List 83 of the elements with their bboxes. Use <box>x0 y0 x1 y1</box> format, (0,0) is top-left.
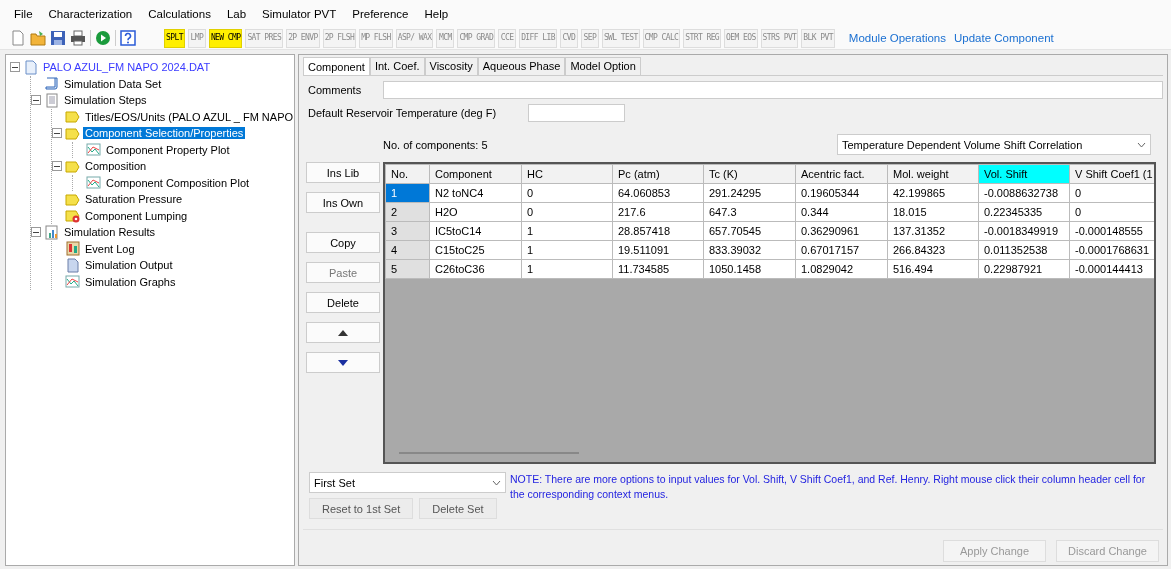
menu-item[interactable]: File <box>6 8 41 26</box>
column-header[interactable]: No. <box>385 164 430 184</box>
side-button[interactable]: Ins Lib <box>306 162 380 183</box>
column-header[interactable]: V Shift Coef1 (1 <box>1069 164 1154 184</box>
note-text: NOTE: There are more options to input values for Vol. Shift, V Shift Coef1, and Ref. Henry. Right mouse click their column header cell for the corresponding context menus. <box>510 472 1147 502</box>
save-icon <box>50 30 66 46</box>
tree-item[interactable]: Simulation Results <box>62 226 158 239</box>
field-label: Default Reservoir Temperature (deg F) <box>308 107 497 119</box>
tree-item[interactable]: Component Composition Plot <box>104 176 252 189</box>
expander-icon[interactable] <box>10 62 20 73</box>
expander-icon[interactable] <box>31 95 41 106</box>
chart-icon <box>86 142 101 158</box>
field-label: Comments <box>308 84 362 96</box>
column-header[interactable]: Vol. Shift <box>978 164 1070 184</box>
tag-icon <box>65 109 80 125</box>
new-file-icon <box>10 30 26 46</box>
tab[interactable]: Model Option <box>565 57 641 75</box>
tree-item[interactable]: Simulation Steps <box>62 94 149 107</box>
column-header[interactable]: HC <box>521 164 613 184</box>
expander-icon[interactable] <box>52 161 62 172</box>
up-arrow-icon <box>338 329 348 336</box>
caret-icon <box>492 479 501 486</box>
scroll-icon <box>44 76 59 92</box>
report-icon <box>44 224 59 240</box>
tool-button[interactable]: SPLT <box>164 28 185 48</box>
temperature-field[interactable] <box>528 104 626 122</box>
tree-item[interactable]: Simulation Data Set <box>62 77 164 90</box>
set-dropdown[interactable]: First Set <box>309 472 506 493</box>
log-icon <box>65 241 80 257</box>
file-icon <box>23 59 38 75</box>
toolbar-link[interactable]: Module Operations <box>848 32 946 44</box>
tree-item[interactable]: Saturation Pressure <box>83 193 185 206</box>
scrollbar-thumb[interactable] <box>399 452 579 454</box>
menu-item[interactable]: Preference <box>344 8 417 26</box>
column-header[interactable]: Tc (K) <box>703 164 796 184</box>
expander-icon[interactable] <box>31 227 41 238</box>
tree-item[interactable]: Event Log <box>83 242 137 255</box>
menu-item[interactable]: Simulator PVT <box>254 8 345 26</box>
menu-item[interactable]: Characterization <box>40 8 141 26</box>
tab[interactable]: Component <box>303 57 370 75</box>
side-button[interactable]: Ins Own <box>306 192 380 213</box>
comments-field[interactable] <box>383 81 1163 99</box>
correlation-dropdown[interactable]: Temperature Dependent Volume Shift Correlation <box>837 134 1151 155</box>
column-header[interactable]: Acentric fact. <box>795 164 888 184</box>
tag-icon <box>65 191 80 207</box>
tag-icon <box>65 158 80 174</box>
menu-item[interactable]: Calculations <box>140 8 219 26</box>
chart-icon <box>86 175 101 191</box>
menu-item[interactable]: Lab <box>218 8 255 26</box>
column-header[interactable]: Pc (atm) <box>612 164 704 184</box>
side-button[interactable]: Copy <box>306 232 380 253</box>
tree-item[interactable]: Titles/EOS/Units (PALO AZUL _ FM NAPO <box>83 110 296 123</box>
menu-item[interactable]: Help <box>416 8 457 26</box>
tab[interactable]: Int. Coef. <box>369 57 425 75</box>
chart-icon <box>65 274 80 290</box>
folder-icon <box>30 30 46 46</box>
side-button[interactable]: Delete <box>306 292 380 313</box>
tab[interactable]: Aqueous Phase <box>477 57 566 75</box>
tree-item[interactable]: PALO AZUL_FM NAPO 2024.DAT <box>41 61 213 74</box>
set-button[interactable]: Reset to 1st Set <box>309 498 414 519</box>
tab[interactable]: Viscosity <box>424 57 478 75</box>
tool-button[interactable]: NEW CMP <box>208 28 243 48</box>
component-count: No. of components: 5 <box>383 138 488 151</box>
tree-item[interactable]: Component Lumping <box>83 209 190 222</box>
tree-item[interactable]: Composition <box>83 160 149 173</box>
tree-item[interactable]: Simulation Graphs <box>83 275 178 288</box>
tag-icon <box>65 125 80 141</box>
set-button[interactable]: Delete Set <box>419 498 497 519</box>
run-icon <box>95 30 111 46</box>
tree-item[interactable]: Component Property Plot <box>104 143 232 156</box>
page-icon <box>65 257 80 273</box>
caret-icon <box>1137 141 1146 148</box>
column-header[interactable]: Component <box>429 164 522 184</box>
column-header[interactable]: Mol. weight <box>887 164 979 184</box>
tree-item[interactable]: Simulation Output <box>83 259 175 272</box>
toolbar-link[interactable]: Update Component <box>954 32 1054 44</box>
expander-icon[interactable] <box>52 128 62 139</box>
tag-error-icon <box>65 208 80 224</box>
printer-icon <box>70 30 86 46</box>
document-icon <box>44 92 59 108</box>
tree-item[interactable]: Component Selection/Properties <box>83 127 246 140</box>
help-icon <box>120 30 136 46</box>
down-arrow-icon <box>338 359 348 366</box>
